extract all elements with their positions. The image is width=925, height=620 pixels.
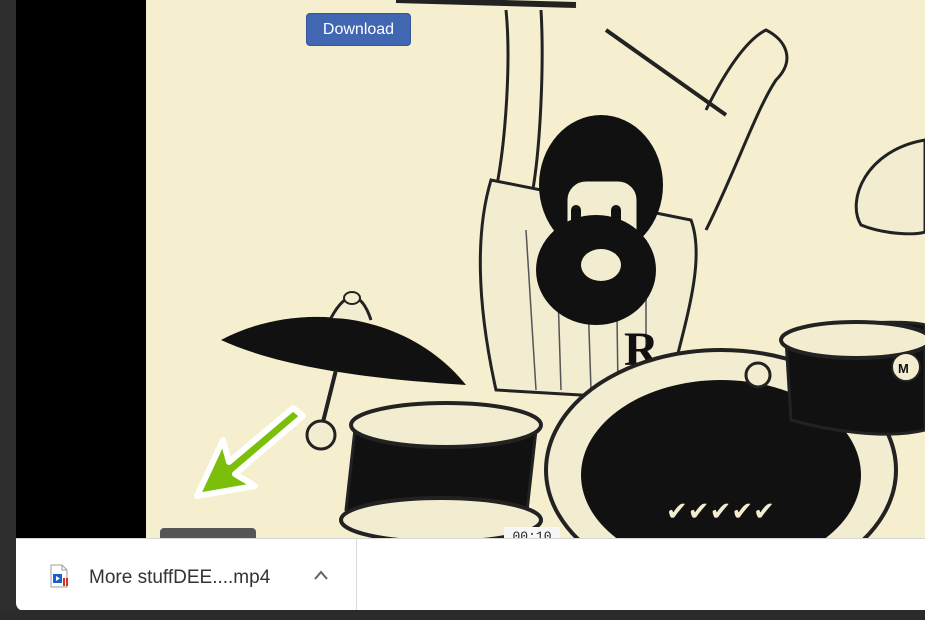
svg-text:✔✔✔✔✔: ✔✔✔✔✔ (666, 496, 775, 526)
download-file-name: More stuffDEE....mp4 (89, 567, 271, 588)
window-bottom-edge (0, 610, 925, 620)
video-letterbox (16, 0, 146, 540)
chevron-up-icon[interactable] (313, 569, 329, 581)
window-edge (0, 0, 16, 620)
download-shelf: More stuffDEE....mp4 (16, 538, 925, 611)
download-button[interactable]: Download (306, 13, 411, 46)
green-arrow-icon (194, 405, 306, 499)
svg-text:M: M (898, 361, 909, 376)
video-file-icon (50, 564, 68, 588)
download-item[interactable]: More stuffDEE....mp4 (16, 539, 357, 611)
